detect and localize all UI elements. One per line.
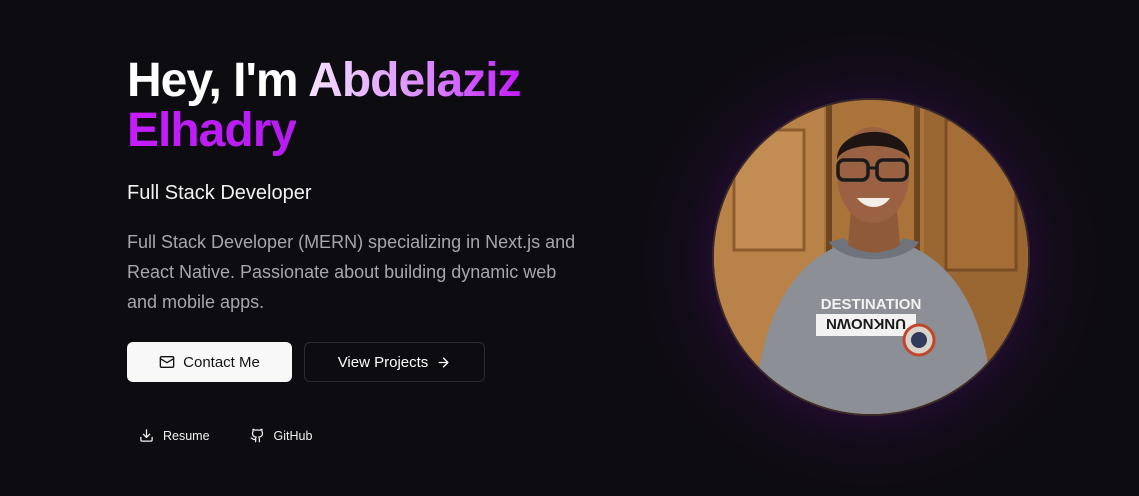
- shirt-line-1: DESTINATION: [821, 296, 922, 313]
- contact-me-button[interactable]: Contact Me: [127, 342, 292, 382]
- github-link[interactable]: GitHub: [250, 428, 313, 443]
- resume-link[interactable]: Resume: [139, 428, 210, 443]
- hero-greeting: Hey, I'm: [127, 54, 309, 107]
- profile-photo: DESTINATION UNKNOWN: [714, 100, 1028, 414]
- contact-me-label: Contact Me: [183, 353, 260, 371]
- hero-actions: Contact Me View Projects: [127, 342, 597, 382]
- hero-heading: Hey, I'm Abdelaziz Elhadry: [127, 56, 597, 156]
- hero-last-name: Elhadry: [127, 104, 297, 157]
- arrow-right-icon: [438, 357, 449, 367]
- mail-icon: [159, 356, 175, 368]
- hero-description: Full Stack Developer (MERN) specializing…: [127, 232, 576, 312]
- hero-links: Resume GitHub: [127, 428, 597, 443]
- hero-content: Hey, I'm Abdelaziz Elhadry Full Stack De…: [127, 56, 597, 443]
- hero-role: Full Stack Developer: [127, 182, 312, 204]
- github-icon: [250, 428, 263, 443]
- shirt-line-2: UNKNOWN: [826, 315, 906, 332]
- resume-label: Resume: [163, 428, 210, 443]
- profile-avatar: DESTINATION UNKNOWN: [712, 98, 1030, 416]
- github-label: GitHub: [273, 428, 313, 443]
- view-projects-button[interactable]: View Projects: [304, 342, 485, 382]
- hero-section: Hey, I'm Abdelaziz Elhadry Full Stack De…: [0, 0, 1139, 496]
- hero-first-name: Abdelaziz: [308, 54, 521, 107]
- view-projects-label: View Projects: [337, 353, 429, 371]
- download-icon: [140, 429, 153, 442]
